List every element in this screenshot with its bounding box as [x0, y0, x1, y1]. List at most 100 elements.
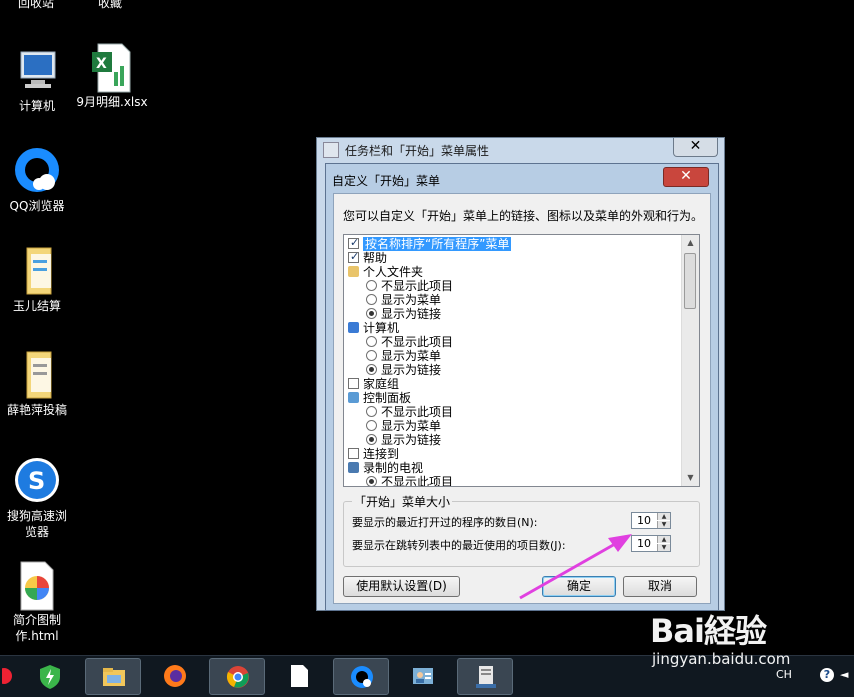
taskbar-button-qq-browser[interactable] [333, 658, 389, 695]
ok-button[interactable]: 确定 [542, 576, 616, 597]
taskbar-button-document[interactable] [271, 658, 327, 695]
list-item-label: 显示为菜单 [381, 293, 442, 307]
list-item[interactable]: 显示为菜单 [344, 293, 682, 307]
outer-window-title: 任务栏和「开始」菜单属性 [345, 144, 490, 158]
checkbox-icon[interactable] [348, 250, 359, 264]
radio-icon[interactable] [366, 406, 377, 417]
list-item[interactable]: 显示为链接 [344, 363, 682, 377]
radio-icon[interactable] [366, 420, 377, 431]
list-item[interactable]: 帮助 [344, 250, 682, 265]
list-item-label: 连接到 [363, 447, 400, 461]
list-item[interactable]: 连接到 [344, 447, 682, 461]
cancel-button[interactable]: 取消 [623, 576, 697, 597]
customize-start-menu-dialog: 自定义「开始」菜单 ✕ 您可以自定义「开始」菜单上的链接、图标以及菜单的外观和行… [325, 163, 719, 611]
radio-icon[interactable] [366, 350, 377, 361]
contacts-icon [411, 664, 435, 688]
desktop-icon-label: 搜狗高速浏览器 [6, 509, 67, 539]
scroll-up-arrow-icon[interactable]: ▲ [682, 235, 699, 251]
svg-text:X: X [96, 56, 107, 72]
desktop-icon-folder-yuer[interactable]: 玉儿结算 [1, 246, 73, 314]
dialog-close-button[interactable]: ✕ [663, 167, 709, 187]
desktop-label-favorites[interactable]: 收藏 [98, 0, 122, 11]
desktop-icon-label: 玉儿结算 [12, 299, 61, 313]
desktop-icon-html-file[interactable]: 简介图制作.html [1, 560, 73, 644]
document-icon [287, 664, 311, 688]
desktop-icon-label: 计算机 [18, 99, 55, 113]
desktop-icon-folder-xue[interactable]: 薛艳萍投稿 [1, 350, 73, 418]
list-item-label: 录制的电视 [363, 461, 424, 475]
desktop-icon-label: 薛艳萍投稿 [6, 403, 67, 417]
use-default-settings-button[interactable]: 使用默认设置(D) [343, 576, 460, 597]
spin-up-arrow-icon[interactable]: ▲ [657, 513, 670, 520]
taskbar-button-security[interactable] [22, 658, 78, 695]
jump-list-value[interactable]: 10 [637, 537, 651, 550]
radio-icon[interactable] [366, 294, 377, 305]
chrome-icon [226, 665, 250, 689]
desktop-icon-computer[interactable]: 计算机 [1, 46, 73, 114]
list-item-label: 不显示此项目 [381, 405, 454, 419]
list-item[interactable]: 显示为菜单 [344, 419, 682, 433]
options-list-content: 按名称排序“所有程序”菜单帮助个人文件夹不显示此项目显示为菜单显示为链接计算机不… [344, 236, 682, 486]
desktop-icon-xlsx[interactable]: X 9月明细.xlsx [76, 42, 148, 110]
window-icon [323, 142, 339, 158]
watermark-url: jingyan.baidu.com [652, 650, 791, 668]
desktop-icon-label: 9月明细.xlsx [76, 95, 148, 109]
checkbox-icon[interactable] [348, 378, 359, 389]
excel-file-icon: X [88, 42, 136, 93]
folder-icon[interactable] [348, 266, 359, 277]
jump-list-stepper[interactable]: 10 ▲ ▼ [631, 535, 671, 552]
desktop-label-recycle-bin[interactable]: 回收站 [18, 0, 54, 11]
desktop-icon-label: 简介图制作.html [12, 613, 61, 643]
start-menu-options-list[interactable]: 按名称排序“所有程序”菜单帮助个人文件夹不显示此项目显示为菜单显示为链接计算机不… [343, 234, 700, 487]
list-item[interactable]: 家庭组 [344, 377, 682, 391]
list-item[interactable]: 计算机 [344, 321, 682, 335]
list-item[interactable]: 不显示此项目 [344, 279, 682, 293]
radio-icon[interactable] [366, 308, 377, 319]
checkbox-icon[interactable] [348, 448, 359, 459]
recent-programs-stepper[interactable]: 10 ▲ ▼ [631, 512, 671, 529]
list-item[interactable]: 显示为链接 [344, 307, 682, 321]
spin-down-arrow-icon[interactable]: ▼ [657, 544, 670, 551]
outer-close-button[interactable]: ✕ [673, 138, 718, 157]
html-file-icon [13, 560, 61, 611]
spin-up-arrow-icon[interactable]: ▲ [657, 536, 670, 543]
radio-icon[interactable] [366, 280, 377, 291]
taskbar-button-properties[interactable] [457, 658, 513, 695]
list-item[interactable]: 录制的电视 [344, 461, 682, 475]
taskbar-button-contacts[interactable] [395, 658, 451, 695]
start-menu-size-group: 「开始」菜单大小 要显示的最近打开过的程序的数目(N): 10 ▲ ▼ 要显示在… [343, 493, 700, 567]
list-item[interactable]: 显示为菜单 [344, 349, 682, 363]
list-item[interactable]: 按名称排序“所有程序”菜单 [344, 236, 682, 251]
list-item[interactable]: 个人文件夹 [344, 265, 682, 279]
scroll-down-arrow-icon[interactable]: ▼ [682, 470, 699, 486]
desktop-icon-sogou-browser[interactable]: S 搜狗高速浏览器 [1, 456, 73, 540]
spin-down-arrow-icon[interactable]: ▼ [657, 521, 670, 528]
recent-programs-label: 要显示的最近打开过的程序的数目(N): [352, 516, 538, 529]
list-item[interactable]: 不显示此项目 [344, 475, 682, 486]
recent-programs-value[interactable]: 10 [637, 514, 651, 527]
tv-icon[interactable] [348, 462, 359, 473]
taskbar-button-chrome[interactable] [209, 658, 265, 695]
radio-icon[interactable] [366, 336, 377, 347]
list-item[interactable]: 控制面板 [344, 391, 682, 405]
group-title: 「开始」菜单大小 [352, 493, 453, 510]
computer-icon[interactable] [348, 322, 359, 333]
vertical-scrollbar[interactable]: ▲ ▼ [681, 235, 699, 486]
radio-icon[interactable] [366, 364, 377, 375]
list-item[interactable]: 不显示此项目 [344, 405, 682, 419]
checkbox-icon[interactable] [348, 236, 359, 250]
list-item-label: 显示为链接 [381, 433, 442, 447]
jump-list-label: 要显示在跳转列表中的最近使用的项目数(J): [352, 539, 566, 552]
taskbar-button-firefox[interactable] [147, 658, 203, 695]
control-icon[interactable] [348, 392, 359, 403]
taskbar-button-explorer[interactable] [85, 658, 141, 695]
folder-icon [13, 246, 61, 295]
sogou-browser-icon: S [13, 456, 61, 504]
radio-icon[interactable] [366, 476, 377, 486]
list-item[interactable]: 不显示此项目 [344, 335, 682, 349]
scroll-thumb[interactable] [684, 253, 696, 309]
list-item[interactable]: 显示为链接 [344, 433, 682, 447]
list-item-label: 帮助 [363, 251, 388, 265]
desktop-icon-qq-browser[interactable]: QQ浏览器 [1, 146, 73, 214]
radio-icon[interactable] [366, 434, 377, 445]
